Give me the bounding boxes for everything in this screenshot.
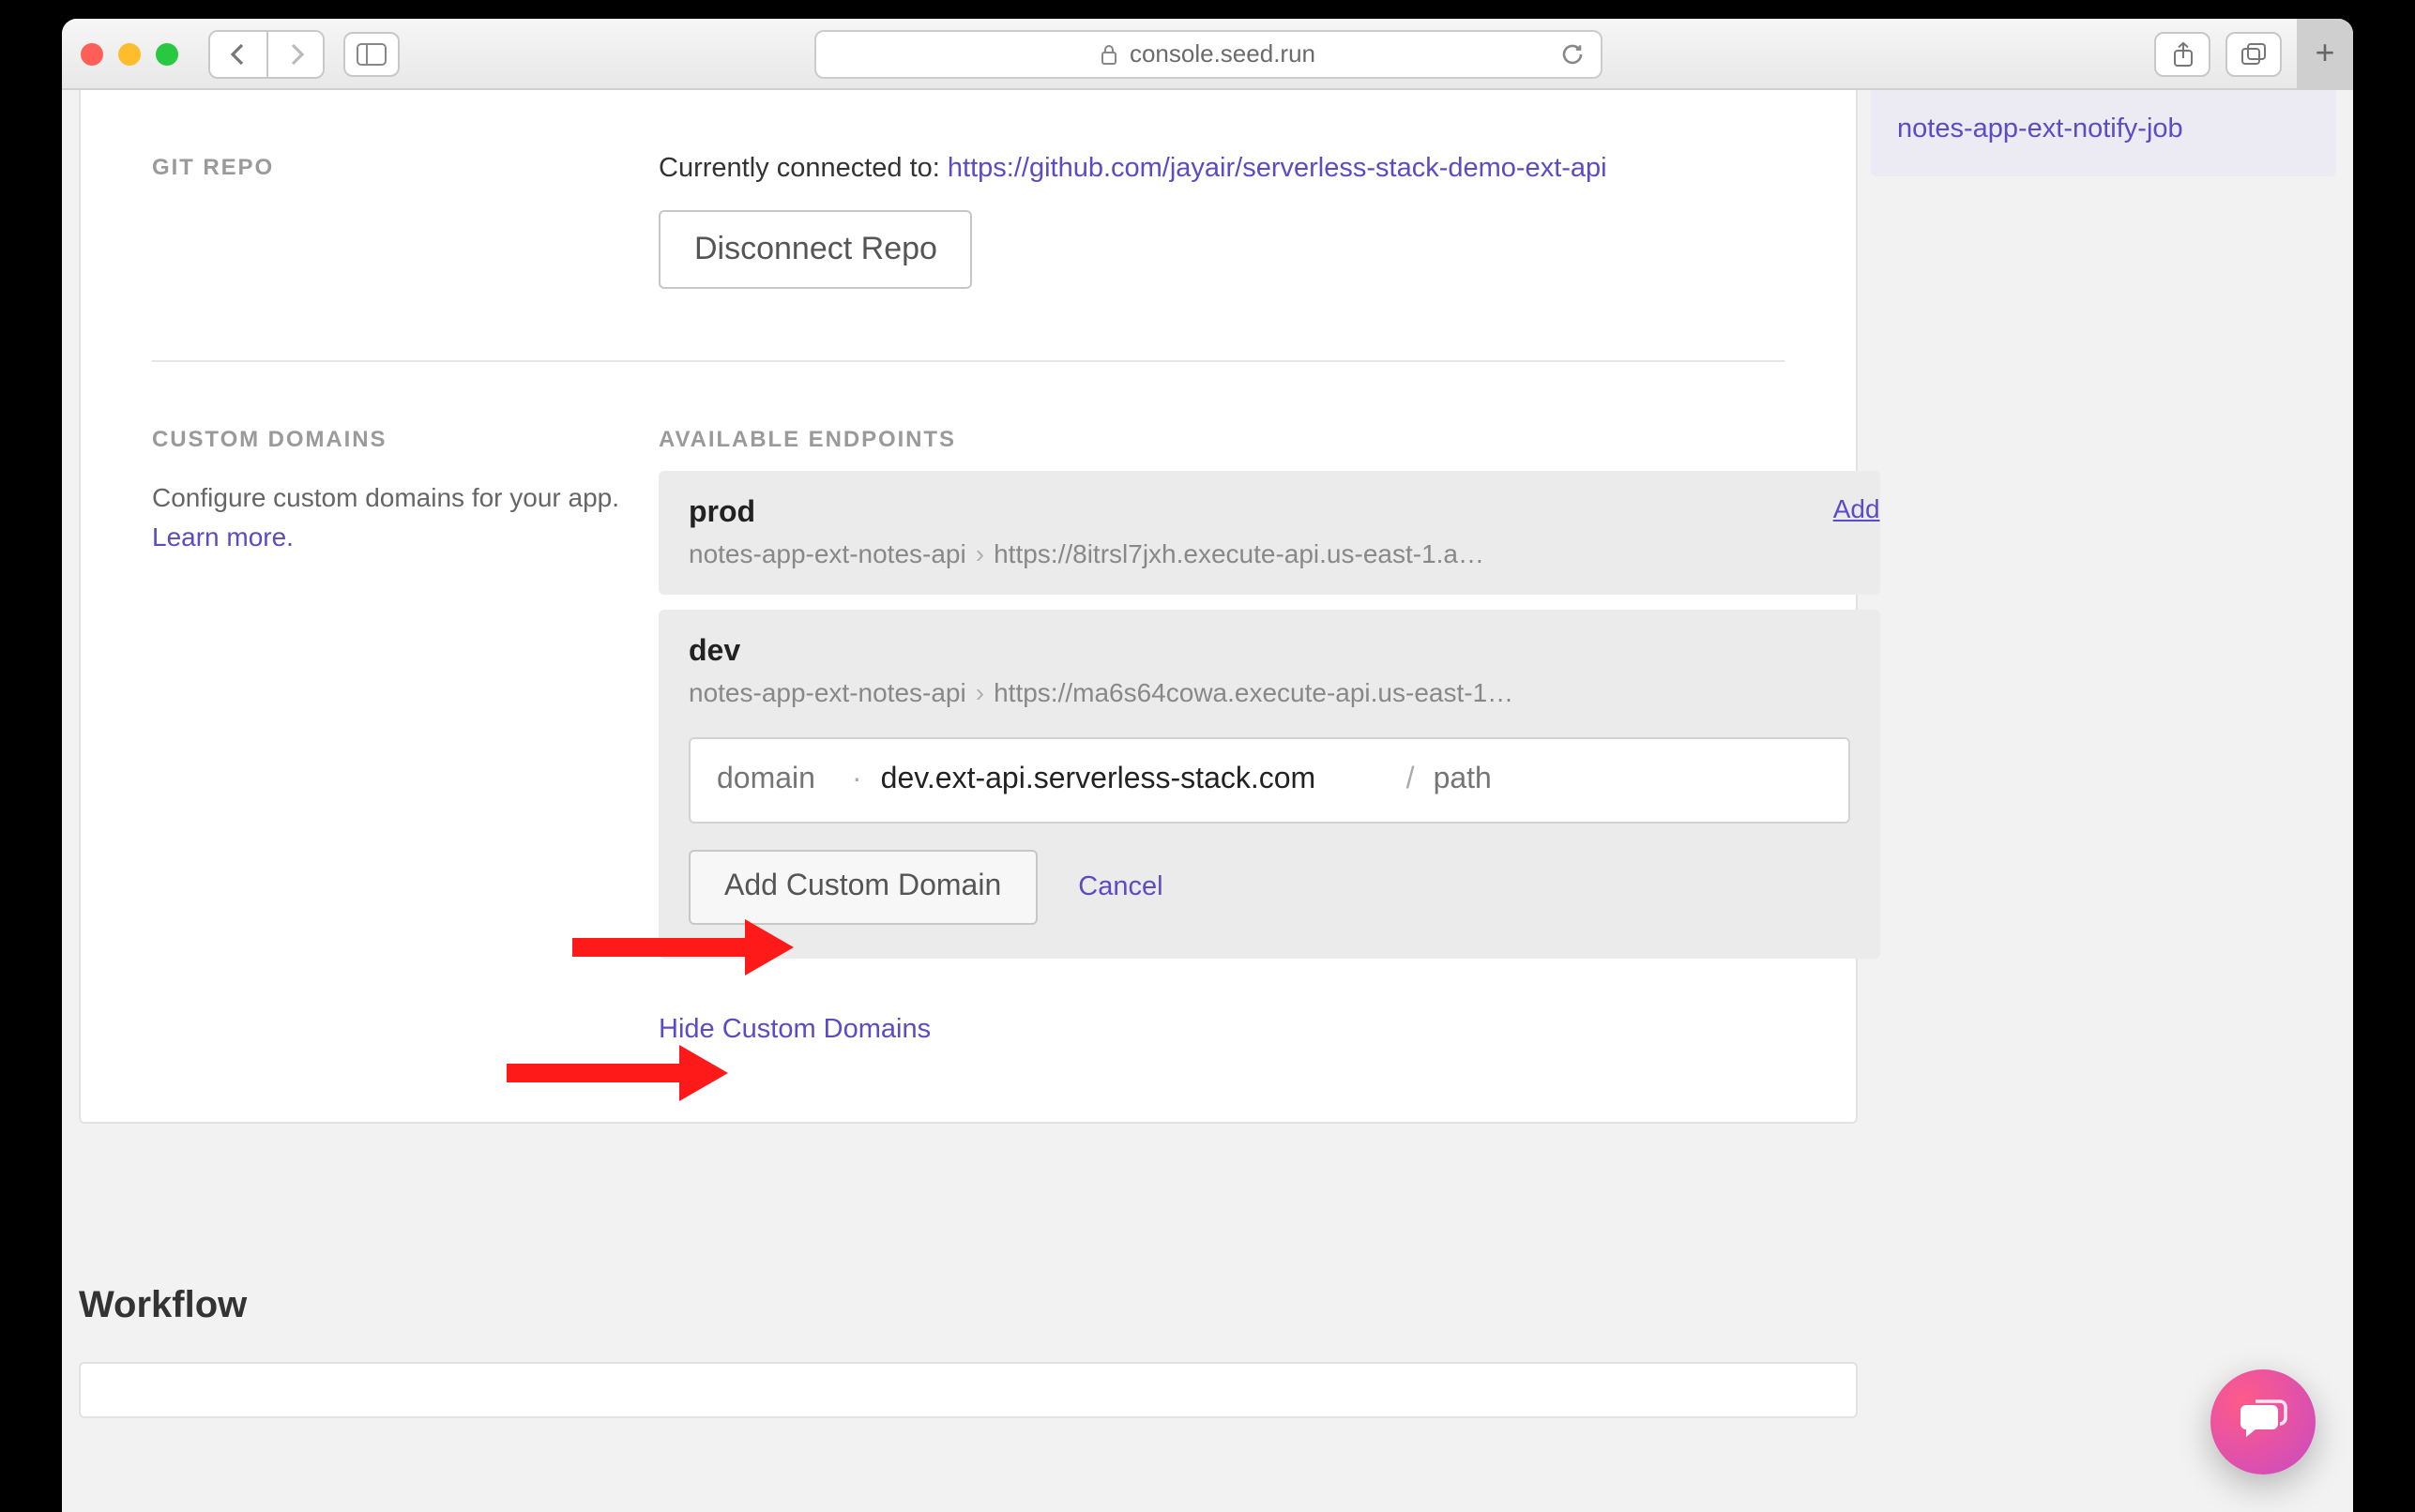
window-close-icon[interactable] <box>81 42 103 65</box>
workflow-heading: Workflow <box>79 1285 1858 1328</box>
sidebar-related-link[interactable]: notes-app-ext-notify-job <box>1897 114 2183 144</box>
endpoint-prod-name: prod <box>689 497 1850 531</box>
git-repo-section: GIT REPO Currently connected to: https:/… <box>152 154 1785 289</box>
add-custom-domain-button[interactable]: Add Custom Domain <box>689 850 1037 925</box>
endpoint-prod-sub: notes-app-ext-notes-api›https://8itrsl7j… <box>689 538 1514 568</box>
new-tab-button[interactable]: + <box>2297 19 2353 89</box>
domain-input[interactable] <box>881 764 1388 797</box>
page-content: GIT REPO Currently connected to: https:/… <box>62 90 2353 1512</box>
sidebar-toggle-button[interactable] <box>343 31 400 76</box>
hide-custom-domains-link[interactable]: Hide Custom Domains <box>659 1015 931 1045</box>
learn-more-link[interactable]: Learn more. <box>152 522 294 552</box>
endpoint-prod: prod notes-app-ext-notes-api›https://8it… <box>659 471 1880 595</box>
endpoint-dev-name: dev <box>689 636 1850 670</box>
window-minimize-icon[interactable] <box>118 42 141 65</box>
custom-domains-section: CUSTOM DOMAINS Configure custom domains … <box>152 426 1785 1047</box>
annotation-arrow-1 <box>572 919 794 975</box>
address-bar[interactable]: console.seed.run <box>813 29 1602 78</box>
nav-forward-button[interactable] <box>266 31 323 76</box>
share-button[interactable] <box>2154 31 2210 76</box>
separator-dot: · <box>852 764 862 797</box>
git-repo-heading: GIT REPO <box>152 154 659 180</box>
subdomain-input[interactable] <box>717 764 833 797</box>
endpoint-dev: dev notes-app-ext-notes-api›https://ma6s… <box>659 610 1880 959</box>
url-host: console.seed.run <box>1130 39 1315 68</box>
chat-icon <box>2239 1399 2287 1444</box>
disconnect-repo-button[interactable]: Disconnect Repo <box>659 210 973 289</box>
window-zoom-icon[interactable] <box>156 42 178 65</box>
custom-domains-heading: CUSTOM DOMAINS <box>152 426 659 452</box>
browser-window: console.seed.run + GIT REPO Currentl <box>62 19 2353 1512</box>
available-endpoints-heading: AVAILABLE ENDPOINTS <box>659 426 1880 452</box>
endpoint-dev-sub: notes-app-ext-notes-api›https://ma6s64co… <box>689 677 1514 707</box>
git-repo-link[interactable]: https://github.com/jayair/serverless-sta… <box>948 154 1607 184</box>
workflow-card <box>79 1362 1858 1418</box>
nav-buttons <box>208 29 325 78</box>
separator-slash: / <box>1406 764 1415 797</box>
path-input[interactable] <box>1434 764 1822 797</box>
title-bar: console.seed.run + <box>62 19 2353 90</box>
tabs-button[interactable] <box>2225 31 2282 76</box>
lock-icon <box>1100 42 1118 65</box>
annotation-arrow-2 <box>507 1045 728 1101</box>
custom-domains-desc: Configure custom domains for your app. L… <box>152 478 659 557</box>
custom-domain-input-row: · / <box>689 737 1850 824</box>
cancel-link[interactable]: Cancel <box>1078 872 1162 902</box>
workflow-section: Workflow <box>79 1285 1858 1418</box>
chat-fab[interactable] <box>2210 1369 2316 1474</box>
endpoint-prod-add-link[interactable]: Add <box>1833 493 1880 523</box>
sidebar-related: notes-app-ext-notify-job <box>1871 90 2336 176</box>
settings-card: GIT REPO Currently connected to: https:/… <box>79 90 1858 1124</box>
nav-back-button[interactable] <box>210 31 266 76</box>
reload-icon[interactable] <box>1558 40 1585 67</box>
section-divider <box>152 360 1785 362</box>
git-connected-line: Currently connected to: https://github.c… <box>659 154 1785 184</box>
